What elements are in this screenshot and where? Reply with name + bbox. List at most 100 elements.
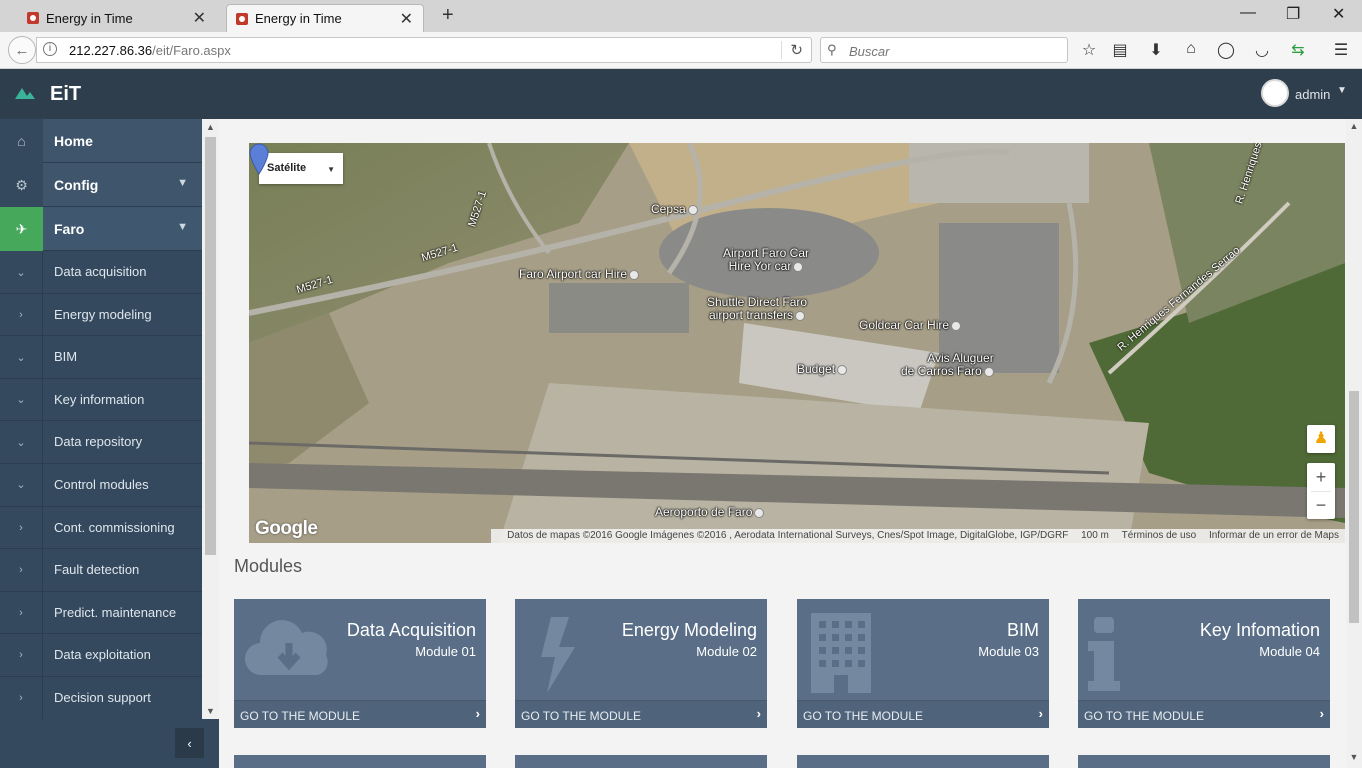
favicon-icon [27, 12, 39, 24]
go-to-module-link[interactable]: GO TO THE MODULE › [515, 700, 767, 728]
zoom-out-button[interactable]: − [1307, 491, 1335, 519]
map-place-label[interactable]: Shuttle Direct Faro airport transfers [707, 296, 807, 322]
reading-list-icon[interactable]: ▤ [1110, 40, 1130, 60]
module-card-energy-modeling[interactable]: Energy Modeling Module 02 GO TO THE MODU… [515, 599, 767, 728]
sidebar-item-sub[interactable]: ⌄ Key information [0, 378, 202, 422]
go-label: GO TO THE MODULE [521, 709, 642, 723]
url-bar[interactable]: i 212.227.86.36/eit/Faro.aspx ↻ [36, 37, 812, 63]
info-icon [1088, 617, 1120, 691]
terms-link[interactable]: Términos de uso [1122, 530, 1196, 541]
go-to-module-link[interactable]: GO TO THE MODULE › [797, 700, 1049, 728]
map[interactable]: Satélite ▼ M527-1 M527-1 M527-1 R. Henri… [249, 143, 1345, 543]
scrollbar-thumb[interactable] [1349, 391, 1359, 623]
pocket-icon[interactable]: ◡ [1252, 40, 1272, 60]
close-icon[interactable]: ✕ [193, 8, 206, 28]
sidebar-item-sub[interactable]: › Data exploitation [0, 634, 202, 677]
chevron-down-icon: ⌄ [0, 378, 43, 421]
sidebar-item-sub[interactable]: ⌄ Control modules [0, 463, 202, 507]
scroll-up-icon[interactable]: ▲ [202, 119, 219, 135]
app-title: EiT [50, 83, 82, 105]
scroll-down-icon[interactable]: ▼ [1346, 752, 1362, 762]
sidebar-item-label: Predict. maintenance [54, 604, 177, 620]
avatar[interactable] [1261, 79, 1289, 107]
airplane-icon: ✈ [0, 207, 43, 251]
module-card-key-information[interactable]: Key Infomation Module 04 GO TO THE MODUL… [1078, 599, 1330, 728]
chat-icon[interactable]: ◯ [1216, 40, 1236, 60]
sidebar-item-sub[interactable]: ⌄ Data acquisition [0, 251, 202, 294]
module-card-partial[interactable] [1078, 755, 1330, 768]
search-input[interactable]: ⚲ Buscar [820, 37, 1068, 63]
search-icon: ⚲ [827, 42, 837, 57]
caret-down-icon: ▼ [327, 165, 335, 174]
browser-tab-2[interactable]: Energy in Time ✕ [226, 4, 424, 32]
collapse-sidebar-button[interactable]: ‹ [175, 728, 204, 758]
sidebar: ⌂ Home ⚙ Config ▼ ✈ Faro ▼ ⌄ Data acquisi… [0, 119, 219, 768]
module-card-bim[interactable]: BIM Module 03 GO TO THE MODULE › [797, 599, 1049, 728]
scroll-up-icon[interactable]: ▲ [1346, 121, 1362, 131]
street-view-pegman-icon[interactable]: ♟ [1307, 425, 1335, 453]
page-scrollbar[interactable]: ▲ ▼ [1346, 119, 1362, 768]
report-error-link[interactable]: Informar de un error de Maps [1209, 530, 1339, 541]
sidebar-item-sub[interactable]: ⌄ Data repository [0, 421, 202, 464]
close-icon[interactable]: ✕ [400, 9, 413, 29]
sidebar-item-label: Config [54, 177, 99, 193]
sidebar-item-faro[interactable]: ✈ Faro ▼ [0, 207, 202, 251]
browser-tab-1[interactable]: Energy in Time ✕ [18, 4, 216, 32]
chevron-right-icon: › [0, 634, 43, 677]
sidebar-item-label: Faro [54, 221, 85, 237]
info-icon[interactable]: i [43, 42, 57, 56]
map-place-label[interactable]: Aeroporto de Faro [655, 506, 765, 519]
go-to-module-link[interactable]: GO TO THE MODULE › [234, 700, 486, 728]
module-card-partial[interactable] [234, 755, 486, 768]
satellite-image [249, 143, 1345, 543]
sidebar-item-sub[interactable]: › Cont. commissioning [0, 506, 202, 550]
bookmark-star-icon[interactable]: ☆ [1079, 40, 1099, 60]
map-place-label[interactable]: Goldcar Car Hire [859, 319, 962, 332]
module-card-partial[interactable] [515, 755, 767, 768]
download-icon[interactable]: ⬇ [1146, 40, 1166, 60]
sidebar-item-label: Home [54, 133, 93, 149]
module-card-data-acquisition[interactable]: Data Acquisition Module 01 GO TO THE MOD… [234, 599, 486, 728]
minimize-icon[interactable]: — [1240, 4, 1256, 22]
chevron-right-icon: › [0, 549, 43, 592]
map-scale[interactable]: 100 m [1081, 530, 1109, 541]
sidebar-scrollbar[interactable]: ▲ ▼ [202, 119, 219, 719]
map-place-label[interactable]: Budget [797, 363, 848, 376]
restore-icon[interactable]: ❐ [1286, 4, 1300, 24]
sidebar-item-label: Data acquisition [54, 264, 147, 279]
chevron-down-icon: ▼ [177, 177, 188, 189]
sidebar-item-config[interactable]: ⚙ Config ▼ [0, 163, 202, 207]
go-to-module-link[interactable]: GO TO THE MODULE › [1078, 700, 1330, 728]
map-pin-icon[interactable] [249, 143, 269, 175]
back-icon[interactable]: ← [8, 36, 36, 64]
scroll-down-icon[interactable]: ▼ [202, 703, 219, 719]
sidebar-item-sub[interactable]: › Predict. maintenance [0, 591, 202, 635]
sidebar-item-label: Fault detection [54, 562, 140, 578]
map-place-label[interactable]: Airport Faro Car Hire Yor car [723, 247, 809, 273]
browser-tabstrip: Energy in Time ✕ Energy in Time ✕ + — ❐ … [0, 0, 1362, 32]
map-place-label[interactable]: Cepsa [651, 203, 698, 216]
user-name[interactable]: admin [1295, 87, 1330, 102]
menu-icon[interactable]: ☰ [1331, 40, 1351, 60]
sidebar-item-home[interactable]: ⌂ Home [0, 119, 202, 163]
chevron-right-icon: › [1038, 706, 1043, 721]
window-close-icon[interactable]: ✕ [1332, 4, 1345, 24]
sidebar-item-sub[interactable]: › Energy modeling [0, 293, 202, 337]
home-browser-icon[interactable]: ⌂ [1181, 40, 1201, 58]
new-tab-icon[interactable]: + [442, 4, 454, 27]
sidebar-item-sub[interactable]: › Decision support [0, 676, 202, 719]
chevron-down-icon[interactable]: ▼ [1337, 85, 1347, 96]
map-place-label[interactable]: Faro Airport car Hire [519, 268, 640, 281]
module-card-partial[interactable] [797, 755, 1049, 768]
sidebar-item-label: Cont. commissioning [54, 519, 175, 535]
sidebar-item-sub[interactable]: ⌄ BIM [0, 336, 202, 379]
go-label: GO TO THE MODULE [803, 709, 924, 723]
map-place-label[interactable]: Avis Aluguer de Carros Faro [901, 352, 994, 378]
sidebar-item-sub[interactable]: › Fault detection [0, 549, 202, 592]
sync-icon[interactable]: ⇆ [1288, 40, 1308, 60]
scrollbar-thumb[interactable] [205, 137, 216, 555]
reload-icon[interactable]: ↻ [781, 41, 803, 59]
zoom-control: + − [1307, 463, 1335, 519]
map-type-select[interactable]: Satélite ▼ [259, 153, 343, 184]
zoom-in-button[interactable]: + [1307, 463, 1335, 491]
